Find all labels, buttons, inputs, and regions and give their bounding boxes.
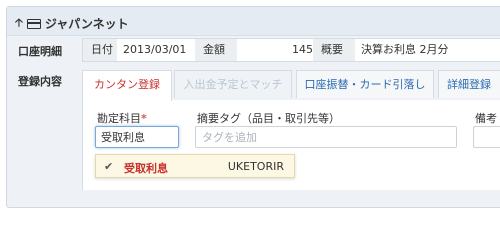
amount-label: 金額 [195, 39, 237, 61]
tag-input[interactable] [195, 126, 457, 148]
tab-match-schedule: 入出金予定とマッチ [174, 70, 292, 98]
tab-detail-register[interactable]: 詳細登録 [438, 70, 500, 98]
memo-input[interactable] [473, 126, 500, 148]
credit-card-icon [26, 18, 41, 29]
summary-value: 決算お利息 2月分 [355, 39, 500, 61]
date-value: 2013/03/01 [117, 39, 201, 61]
kamoku-suggestion[interactable]: ✔ 受取利息 UKETORIR [95, 154, 295, 178]
kamoku-field-label: 勘定科目* [97, 110, 147, 126]
summary-label: 概要 [313, 39, 355, 61]
suggestion-code: UKETORIR [227, 160, 284, 173]
register-tabs: カンタン登録 入出金予定とマッチ 口座振替・カード引落し 詳細登録 [82, 70, 500, 101]
kamoku-label-text: 勘定科目 [97, 112, 141, 125]
panel-header: 🡡 ジャパンネット [7, 7, 500, 36]
kamoku-input[interactable] [95, 126, 179, 148]
account-name: ジャパンネット [44, 17, 129, 31]
tag-field-label: 摘要タグ（品目・取引先等） [197, 112, 340, 125]
date-label: 日付 [83, 39, 117, 61]
tab-transfer-card[interactable]: 口座振替・カード引落し [296, 70, 434, 98]
detail-row-label: 口座明細 [18, 45, 62, 58]
required-mark: * [141, 112, 147, 125]
account-title[interactable]: 🡡 ジャパンネット [15, 14, 129, 33]
transaction-detail-strip: 日付 2013/03/01 金額 145 概要 決算お利息 2月分 [82, 38, 500, 62]
memo-field-label: 備考 [475, 112, 497, 125]
register-row-label: 登録内容 [18, 75, 62, 88]
register-form: 勘定科目* 摘要タグ（品目・取引先等） 備考 ✔ 受取利息 UKETORIR [82, 100, 500, 190]
amount-value: 145 [237, 39, 321, 61]
tab-easy-register[interactable]: カンタン登録 [82, 70, 172, 101]
suggestion-name: 受取利息 [124, 162, 168, 175]
check-icon: ✔ [104, 160, 114, 173]
arrow-up-icon[interactable]: 🡡 [15, 14, 23, 33]
